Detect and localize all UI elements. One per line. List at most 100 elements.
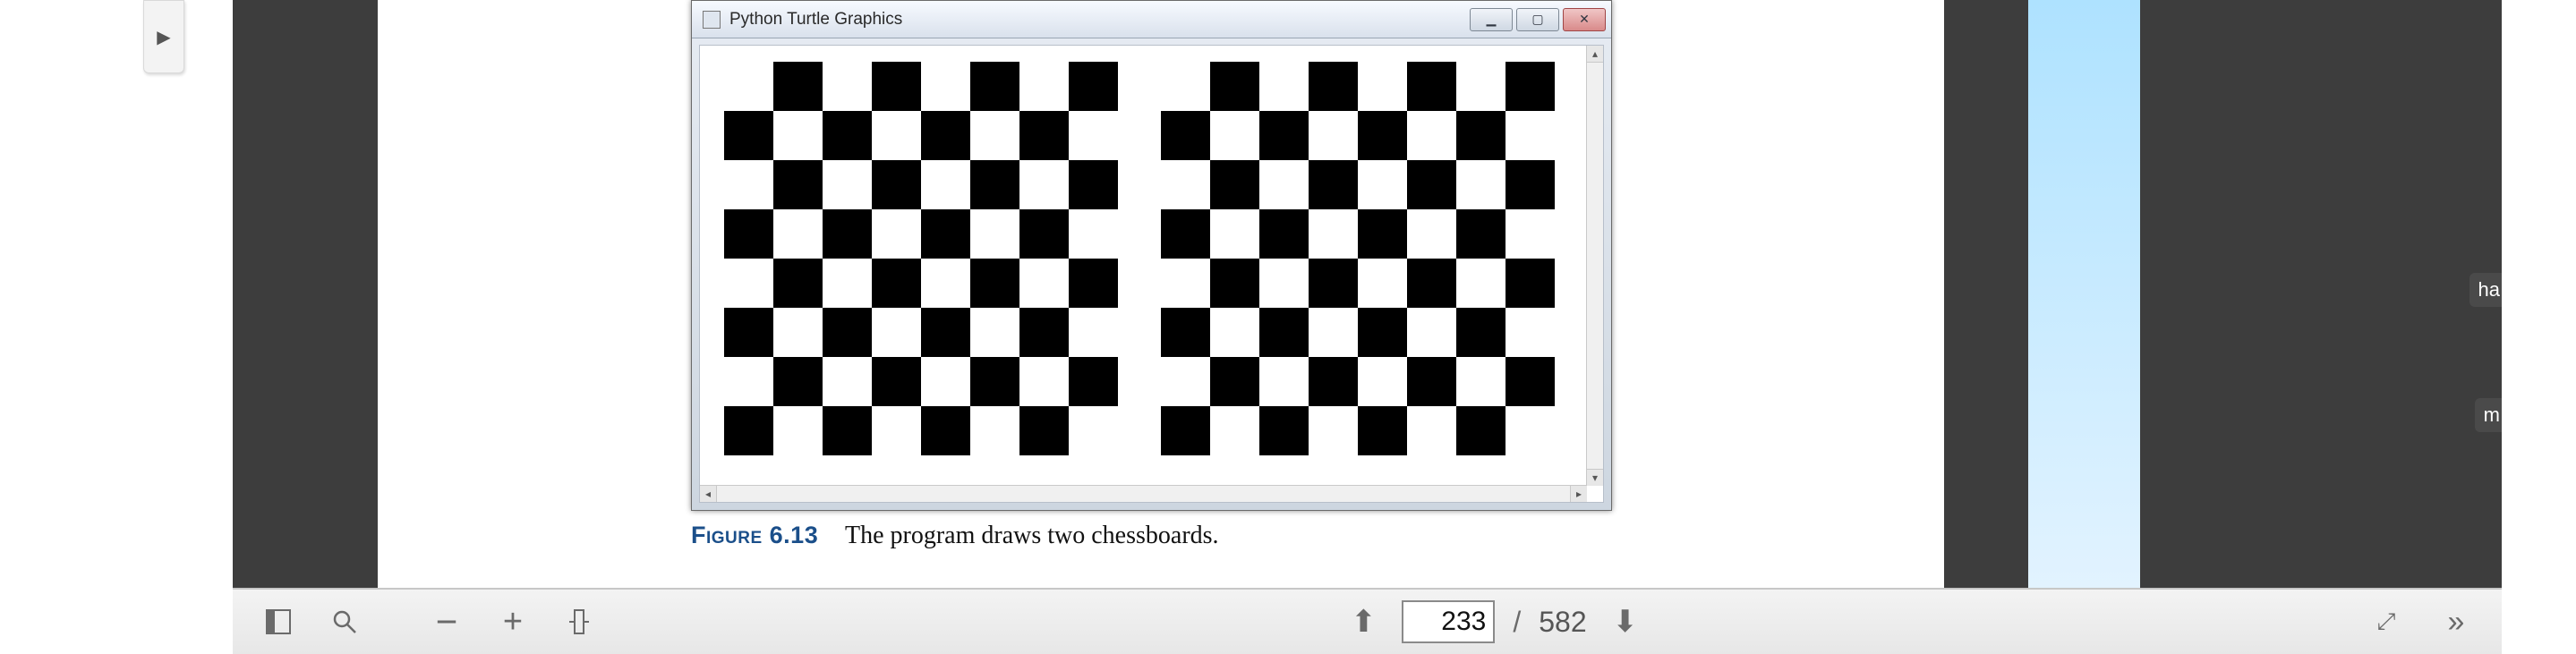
chess-square — [872, 111, 921, 160]
chess-square — [1210, 357, 1259, 406]
chess-square — [1069, 62, 1118, 111]
chess-square — [1019, 259, 1069, 308]
chess-square — [1210, 111, 1259, 160]
window-title: Python Turtle Graphics — [729, 10, 902, 30]
chess-square — [773, 111, 823, 160]
chess-square — [1069, 160, 1118, 209]
page-up-button[interactable]: ⬆ — [1343, 601, 1384, 642]
toc-tab[interactable]: m — [2475, 398, 2502, 432]
minimize-button[interactable]: ▁ — [1470, 8, 1513, 31]
chess-square — [1407, 259, 1456, 308]
chess-square — [1358, 160, 1407, 209]
sidebar-expand-handle[interactable]: ▶ — [143, 0, 184, 73]
chess-square — [1069, 308, 1118, 357]
chess-square — [1309, 209, 1358, 259]
chess-square — [1069, 357, 1118, 406]
chess-square — [1358, 406, 1407, 455]
chess-square — [1506, 111, 1555, 160]
chess-square — [1161, 160, 1210, 209]
chess-square — [970, 209, 1019, 259]
chess-square — [970, 308, 1019, 357]
chess-square — [1358, 111, 1407, 160]
tools-button[interactable]: » — [2435, 601, 2477, 642]
window-titlebar: Python Turtle Graphics ▁ ▢ ✕ — [692, 1, 1611, 38]
figure-text: The program draws two chessboards. — [845, 522, 1219, 549]
chess-square — [921, 62, 970, 111]
chess-square — [773, 209, 823, 259]
close-button[interactable]: ✕ — [1563, 8, 1606, 31]
horizontal-scrollbar[interactable]: ◂ ▸ — [700, 485, 1587, 502]
zoom-out-button[interactable]: − — [426, 601, 467, 642]
chess-square — [1407, 62, 1456, 111]
vertical-scrollbar[interactable]: ▴ ▾ — [1586, 46, 1603, 486]
page-number-input[interactable] — [1402, 600, 1495, 643]
presentation-button[interactable]: ⤢ — [2364, 601, 2405, 642]
chess-square — [1210, 308, 1259, 357]
page-down-button[interactable]: ⬇ — [1605, 601, 1646, 642]
chess-square — [773, 259, 823, 308]
chess-square — [1506, 406, 1555, 455]
chevron-right-icon: ▶ — [157, 26, 170, 48]
chess-square — [970, 259, 1019, 308]
chess-square — [1456, 357, 1506, 406]
chess-square — [1019, 160, 1069, 209]
chess-square — [773, 62, 823, 111]
chess-square — [724, 62, 773, 111]
chess-square — [823, 209, 872, 259]
scroll-right-icon[interactable]: ▸ — [1570, 486, 1587, 502]
chessboard — [1161, 62, 1555, 455]
chess-square — [872, 308, 921, 357]
chess-square — [1506, 357, 1555, 406]
page-gutter-left — [233, 0, 378, 588]
chess-square — [1259, 160, 1309, 209]
chess-square — [1259, 259, 1309, 308]
chess-square — [1506, 259, 1555, 308]
chess-square — [1309, 308, 1358, 357]
chess-square — [823, 62, 872, 111]
chess-square — [1358, 209, 1407, 259]
chess-square — [1456, 259, 1506, 308]
chess-square — [1161, 259, 1210, 308]
chess-square — [1069, 111, 1118, 160]
chess-square — [823, 160, 872, 209]
zoom-menu-button[interactable] — [559, 601, 600, 642]
chess-square — [921, 357, 970, 406]
chess-square — [724, 160, 773, 209]
fullscreen-icon: ⤢ — [2377, 607, 2393, 636]
chess-square — [1161, 209, 1210, 259]
chess-square — [970, 357, 1019, 406]
figure-label: Figure 6.13 — [691, 522, 818, 548]
chess-square — [921, 259, 970, 308]
chess-square — [724, 259, 773, 308]
document-page: Python Turtle Graphics ▁ ▢ ✕ ▴ ▾ ◂ ▸ — [378, 0, 1944, 588]
chess-square — [773, 308, 823, 357]
maximize-button[interactable]: ▢ — [1516, 8, 1559, 31]
window-client-area: ▴ ▾ ◂ ▸ — [699, 45, 1604, 503]
chess-square — [1069, 209, 1118, 259]
chess-square — [1210, 406, 1259, 455]
zoom-in-button[interactable]: + — [492, 601, 533, 642]
figure-caption: Figure 6.13 The program draws two chessb… — [691, 521, 1219, 550]
chess-square — [1456, 308, 1506, 357]
chess-square — [1161, 111, 1210, 160]
chess-square — [921, 406, 970, 455]
scroll-down-icon[interactable]: ▾ — [1587, 469, 1603, 486]
toc-tab[interactable]: ha — [2469, 273, 2502, 307]
chess-square — [1456, 406, 1506, 455]
chess-square — [1019, 209, 1069, 259]
chess-square — [1161, 357, 1210, 406]
chess-square — [1506, 160, 1555, 209]
chess-square — [1407, 111, 1456, 160]
sidebar-toggle-button[interactable] — [258, 601, 299, 642]
scroll-up-icon[interactable]: ▴ — [1587, 46, 1603, 63]
chess-square — [872, 209, 921, 259]
chess-square — [1358, 308, 1407, 357]
arrow-up-icon: ⬆ — [1351, 604, 1377, 640]
chess-square — [1309, 160, 1358, 209]
chess-square — [724, 111, 773, 160]
chess-square — [773, 406, 823, 455]
scroll-left-icon[interactable]: ◂ — [700, 486, 717, 502]
chess-square — [970, 111, 1019, 160]
chess-square — [1456, 111, 1506, 160]
find-button[interactable] — [324, 601, 365, 642]
